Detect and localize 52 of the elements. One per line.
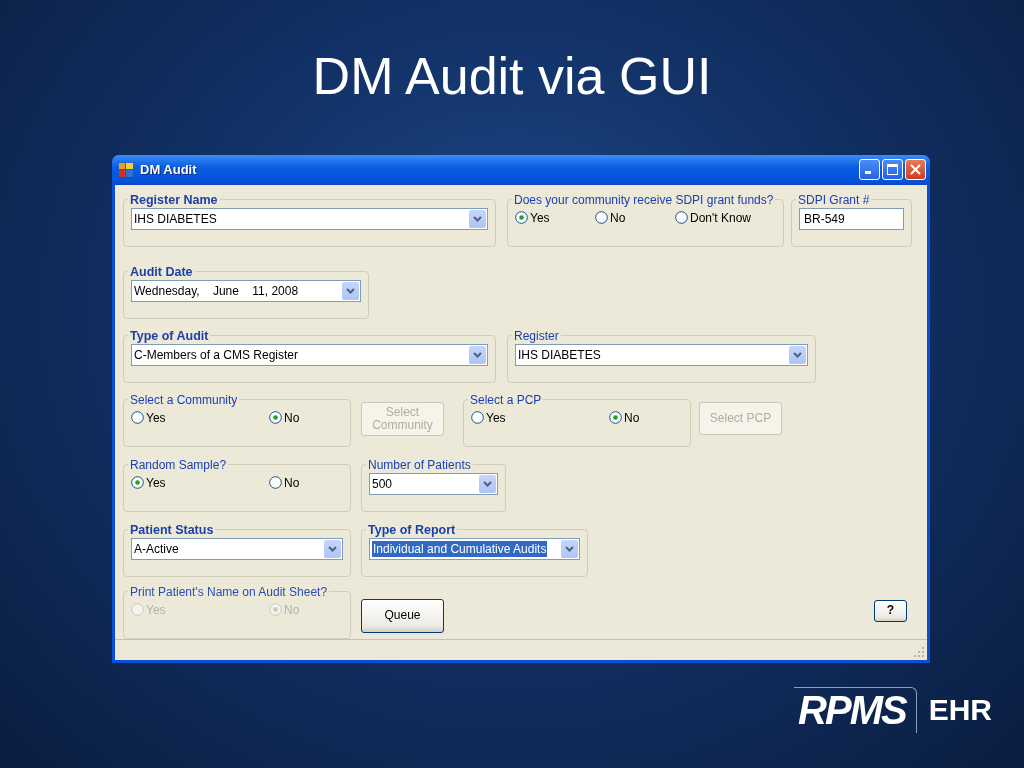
minimize-button[interactable] — [859, 159, 880, 181]
radio-button[interactable] — [675, 211, 688, 225]
radio-label[interactable]: No — [624, 410, 640, 425]
radio-label[interactable]: Yes — [146, 410, 166, 425]
group-label: Type of Audit — [129, 328, 210, 343]
group-label: Patient Status — [129, 522, 215, 537]
group-label: Select a PCP — [469, 392, 543, 407]
radio-label[interactable]: Yes — [146, 475, 166, 490]
slide-title: DM Audit via GUI — [312, 45, 712, 106]
radio-button[interactable] — [595, 211, 608, 225]
group-label: Select a Community — [129, 392, 239, 407]
radio-button[interactable] — [515, 211, 528, 225]
radio-button[interactable] — [471, 411, 484, 425]
input-field[interactable]: BR-549 — [799, 207, 904, 230]
logo-wordmark: RPMS — [794, 687, 917, 733]
radio-button[interactable] — [609, 411, 622, 425]
radio-button[interactable] — [269, 411, 282, 425]
radio-button[interactable] — [131, 476, 144, 490]
group-label: Random Sample? — [129, 457, 228, 472]
date-picker[interactable]: Wednesday, June 11, 2008 — [131, 279, 361, 302]
action-button[interactable]: Queue — [361, 598, 444, 633]
help-button[interactable]: ? — [874, 599, 907, 622]
app-icon — [118, 161, 134, 178]
dropdown-field[interactable]: C-Members of a CMS Register — [131, 343, 488, 366]
window-title: DM Audit — [140, 162, 198, 178]
dropdown-field[interactable]: A-Active — [131, 537, 343, 560]
logo-text: EHR — [928, 693, 992, 727]
dropdown-field[interactable]: 500 — [369, 472, 498, 495]
dropdown-field[interactable]: IHS DIABETES — [515, 343, 808, 366]
radio-label[interactable]: No — [284, 410, 300, 425]
radio-label[interactable]: No — [610, 210, 626, 225]
group-label: Type of Report — [367, 522, 457, 537]
radio-button[interactable] — [269, 476, 282, 490]
close-icon — [910, 164, 921, 176]
group-label: Number of Patients — [367, 457, 472, 472]
radio-label[interactable]: Yes — [486, 410, 506, 425]
radio-label[interactable]: Yes — [530, 210, 550, 225]
close-button[interactable] — [905, 159, 926, 181]
maximize-button[interactable] — [882, 159, 903, 181]
radio-button[interactable] — [131, 411, 144, 425]
dropdown-field[interactable]: Individual and Cumulative Audits — [369, 537, 580, 560]
group-label: Register — [513, 328, 560, 343]
resize-grip-icon[interactable] — [913, 646, 925, 658]
maximize-icon — [887, 164, 898, 176]
group-label: Audit Date — [129, 264, 194, 279]
group-label: SDPI Grant # — [797, 192, 871, 207]
radio-label[interactable]: No — [284, 475, 300, 490]
group-label: Does your community receive SDPI grant funds? — [513, 192, 775, 207]
group-label: Register Name — [129, 192, 219, 207]
radio-label[interactable]: Don't Know — [690, 210, 751, 225]
dropdown-field[interactable]: IHS DIABETES — [131, 207, 488, 230]
group-label: Print Patient's Name on Audit Sheet? — [129, 584, 329, 599]
